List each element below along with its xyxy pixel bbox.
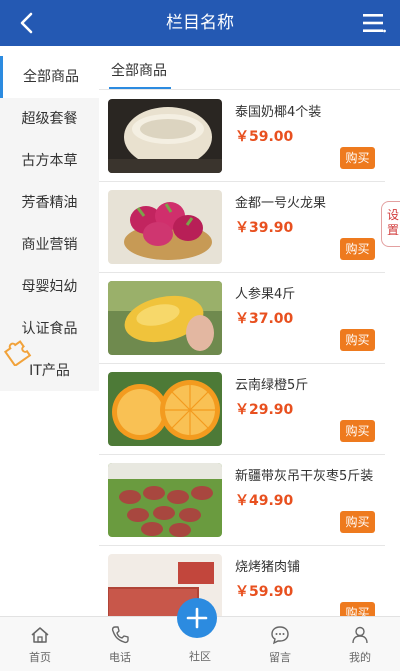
product-name: 烧烤猪肉铺 xyxy=(235,560,301,575)
settings-label-char1: 设 xyxy=(387,208,400,222)
product-price: ￥37.00 xyxy=(235,311,294,327)
buy-button[interactable]: 购买 xyxy=(340,329,375,351)
product-item[interactable]: 泰国奶椰4个装 ￥59.00 购买 xyxy=(99,91,385,182)
product-price: ￥29.90 xyxy=(235,402,294,418)
sidebar-item-super-package[interactable]: 超级套餐 xyxy=(0,98,99,140)
product-item[interactable]: 烧烤猪肉铺 ￥59.90 购买 xyxy=(99,546,385,616)
home-icon xyxy=(31,627,49,643)
header-bar: 栏目名称 xyxy=(0,0,400,46)
product-image-jujube[interactable] xyxy=(108,463,222,537)
menu-icon[interactable] xyxy=(362,11,386,35)
product-image-ginseng-fruit[interactable] xyxy=(108,281,222,355)
product-item[interactable]: 人参果4斤 ￥37.00 购买 xyxy=(99,273,385,364)
product-name: 新疆带灰吊干灰枣5斤装 xyxy=(235,469,374,484)
buy-button[interactable]: 购买 xyxy=(340,420,375,442)
user-icon xyxy=(352,626,368,644)
product-price: ￥39.90 xyxy=(235,220,294,236)
buy-button[interactable]: 购买 xyxy=(340,238,375,260)
phone-icon xyxy=(111,626,129,644)
tabbar-item-message[interactable]: 留言 xyxy=(240,617,320,671)
tab-header: 全部商品 xyxy=(99,46,400,90)
buy-button[interactable]: 购买 xyxy=(340,602,375,616)
sidebar-item-all-products[interactable]: 全部商品 xyxy=(0,56,99,98)
tabbar-label: 留言 xyxy=(269,651,291,664)
product-image-dragon-fruit[interactable] xyxy=(108,190,222,264)
product-image-coconut[interactable] xyxy=(108,99,222,173)
product-list-panel: 全部商品 泰国奶椰4个装 ￥59.00 购买 金都一号火龙果 ￥39.90 购买… xyxy=(99,46,400,616)
chat-icon xyxy=(271,626,289,645)
tab-all-products[interactable]: 全部商品 xyxy=(111,60,167,80)
page-title: 栏目名称 xyxy=(166,13,234,33)
product-item[interactable]: 新疆带灰吊干灰枣5斤装 ￥49.90 购买 xyxy=(99,455,385,546)
product-name: 人参果4斤 xyxy=(235,287,296,302)
product-price: ￥49.90 xyxy=(235,493,294,509)
sidebar-item-ancient-herbs[interactable]: 古方本草 xyxy=(0,140,99,182)
tab-active-indicator xyxy=(109,87,171,89)
tabbar-label-community: 社区 xyxy=(189,650,211,663)
product-name: 泰国奶椰4个装 xyxy=(235,105,322,120)
settings-float-button[interactable]: 设 置 xyxy=(381,201,400,247)
buy-button[interactable]: 购买 xyxy=(340,511,375,533)
sidebar-item-essential-oils[interactable]: 芳香精油 xyxy=(0,182,99,224)
tabbar-item-mine[interactable]: 我的 xyxy=(320,617,400,671)
community-fab-button[interactable] xyxy=(177,598,217,638)
sidebar-item-mother-baby[interactable]: 母婴妇幼 xyxy=(0,266,99,308)
puzzle-icon[interactable] xyxy=(1,336,33,366)
product-item[interactable]: 云南绿橙5斤 ￥29.90 购买 xyxy=(99,364,385,455)
tabbar-item-home[interactable]: 首页 xyxy=(0,617,80,671)
product-name: 云南绿橙5斤 xyxy=(235,378,309,393)
product-price: ￥59.90 xyxy=(235,584,294,600)
tabbar-label: 我的 xyxy=(349,651,371,664)
sidebar-item-marketing[interactable]: 商业营销 xyxy=(0,224,99,266)
product-image-orange[interactable] xyxy=(108,372,222,446)
product-item[interactable]: 金都一号火龙果 ￥39.90 购买 xyxy=(99,182,385,273)
tabbar-item-phone[interactable]: 电话 xyxy=(80,617,160,671)
product-name: 金都一号火龙果 xyxy=(235,196,327,211)
plus-icon xyxy=(186,607,208,629)
settings-label-char2: 置 xyxy=(387,223,400,237)
tabbar-label: 电话 xyxy=(109,651,131,664)
buy-button[interactable]: 购买 xyxy=(340,147,375,169)
tabbar-label: 首页 xyxy=(29,651,51,664)
product-price: ￥59.00 xyxy=(235,129,294,145)
